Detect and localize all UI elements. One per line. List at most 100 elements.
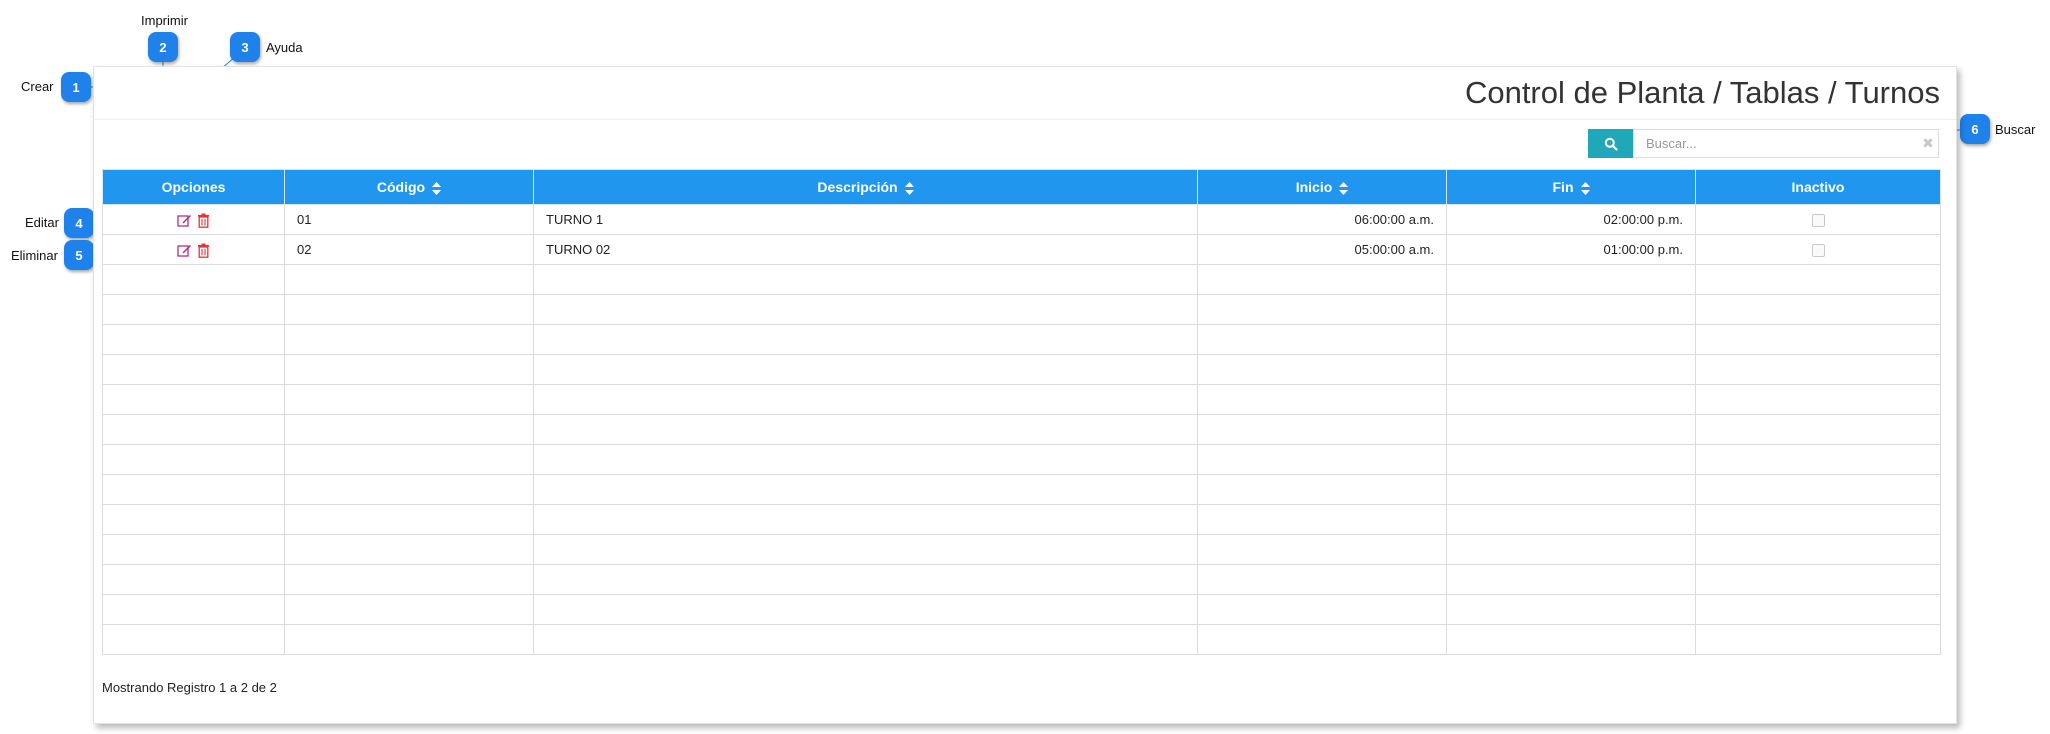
empty-cell: [533, 594, 1198, 625]
options-cell: [102, 234, 285, 265]
empty-cell: [1695, 564, 1941, 595]
codigo-cell: 01: [284, 204, 534, 235]
empty-cell: [1695, 534, 1941, 565]
empty-table-row: [102, 564, 1941, 595]
empty-cell: [284, 444, 534, 475]
empty-cell: [1695, 594, 1941, 625]
empty-cell: [1197, 264, 1447, 295]
empty-cell: [533, 354, 1198, 385]
search-button[interactable]: [1588, 129, 1633, 158]
empty-cell: [102, 294, 285, 325]
column-label: Código: [376, 179, 426, 195]
empty-cell: [1197, 444, 1447, 475]
empty-table-row: [102, 414, 1941, 445]
callout-badge-3: 3: [230, 32, 260, 62]
column-header-codigo[interactable]: Código: [284, 169, 534, 205]
descripcion-cell: TURNO 1: [533, 204, 1198, 235]
callout-badge-1: 1: [61, 72, 91, 102]
callout-badge-5: 5: [64, 240, 94, 270]
empty-cell: [102, 414, 285, 445]
empty-cell: [1197, 354, 1447, 385]
empty-cell: [284, 594, 534, 625]
empty-cell: [533, 474, 1198, 505]
empty-cell: [1446, 474, 1696, 505]
empty-cell: [533, 324, 1198, 355]
column-header-opciones: Opciones: [102, 169, 285, 205]
table-row: 01 TURNO 1 06:00:00 a.m. 02:00:00 p.m.: [102, 204, 1941, 235]
inicio-cell: 06:00:00 a.m.: [1197, 204, 1447, 235]
callout-label-editar: Editar: [25, 215, 59, 230]
empty-cell: [1695, 414, 1941, 445]
empty-cell: [533, 264, 1198, 295]
fin-cell: 01:00:00 p.m.: [1446, 234, 1696, 265]
empty-cell: [284, 264, 534, 295]
empty-cell: [1695, 504, 1941, 535]
inactivo-checkbox[interactable]: [1811, 244, 1825, 258]
codigo-cell: 02: [284, 234, 534, 265]
empty-cell: [1446, 564, 1696, 595]
column-header-inicio[interactable]: Inicio: [1197, 169, 1447, 205]
callout-label-ayuda: Ayuda: [266, 40, 303, 55]
empty-cell: [284, 624, 534, 655]
column-label: Inicio: [1295, 179, 1333, 195]
table-row: 02 TURNO 02 05:00:00 a.m. 01:00:00 p.m.: [102, 234, 1941, 265]
records-summary: Mostrando Registro 1 a 2 de 2: [102, 680, 277, 695]
inactivo-cell: [1695, 204, 1941, 235]
sort-icon: [432, 181, 442, 195]
edit-icon[interactable]: [177, 213, 192, 228]
options-cell: [102, 204, 285, 235]
empty-table-row: [102, 534, 1941, 565]
clear-search-icon[interactable]: ✖: [1920, 129, 1936, 158]
callout-label-buscar: Buscar: [1995, 122, 2036, 137]
empty-cell: [1197, 504, 1447, 535]
empty-cell: [102, 564, 285, 595]
empty-cell: [102, 384, 285, 415]
column-header-fin[interactable]: Fin: [1446, 169, 1696, 205]
delete-icon[interactable]: [197, 243, 210, 258]
empty-cell: [1197, 474, 1447, 505]
callout-label-imprimir: Imprimir: [141, 13, 188, 28]
empty-cell: [284, 504, 534, 535]
inactivo-checkbox[interactable]: [1811, 214, 1825, 228]
empty-cell: [1197, 624, 1447, 655]
callout-badge-6: 6: [1960, 114, 1990, 144]
empty-cell: [1446, 324, 1696, 355]
turnos-table: Opciones Código Descripción Inicio Fin I…: [102, 169, 1941, 655]
empty-cell: [1446, 624, 1696, 655]
empty-cell: [284, 354, 534, 385]
empty-cell: [102, 264, 285, 295]
column-label: Opciones: [161, 179, 226, 195]
empty-table-row: [102, 624, 1941, 655]
title-divider: [94, 119, 1956, 120]
empty-cell: [284, 294, 534, 325]
empty-table-row: [102, 504, 1941, 535]
empty-table-row: [102, 594, 1941, 625]
column-label: Descripción: [817, 179, 898, 195]
empty-table-row: [102, 294, 1941, 325]
sort-icon: [1339, 181, 1349, 195]
empty-cell: [1446, 594, 1696, 625]
empty-cell: [533, 624, 1198, 655]
empty-cell: [1446, 354, 1696, 385]
search-input[interactable]: [1633, 129, 1939, 158]
callout-badge-2: 2: [148, 32, 178, 62]
empty-cell: [1446, 294, 1696, 325]
empty-cell: [1695, 324, 1941, 355]
empty-cell: [1197, 294, 1447, 325]
main-panel: Control de Planta / Tablas / Turnos ✖ Op…: [93, 66, 1957, 724]
empty-cell: [1446, 504, 1696, 535]
delete-icon[interactable]: [197, 213, 210, 228]
empty-cell: [1197, 564, 1447, 595]
descripcion-cell: TURNO 02: [533, 234, 1198, 265]
empty-cell: [1197, 414, 1447, 445]
empty-cell: [284, 414, 534, 445]
empty-cell: [284, 384, 534, 415]
empty-cell: [102, 504, 285, 535]
column-header-descripcion[interactable]: Descripción: [533, 169, 1198, 205]
empty-cell: [1695, 444, 1941, 475]
edit-icon[interactable]: [177, 243, 192, 258]
inicio-cell: 05:00:00 a.m.: [1197, 234, 1447, 265]
empty-cell: [533, 414, 1198, 445]
inactivo-cell: [1695, 234, 1941, 265]
fin-cell: 02:00:00 p.m.: [1446, 204, 1696, 235]
